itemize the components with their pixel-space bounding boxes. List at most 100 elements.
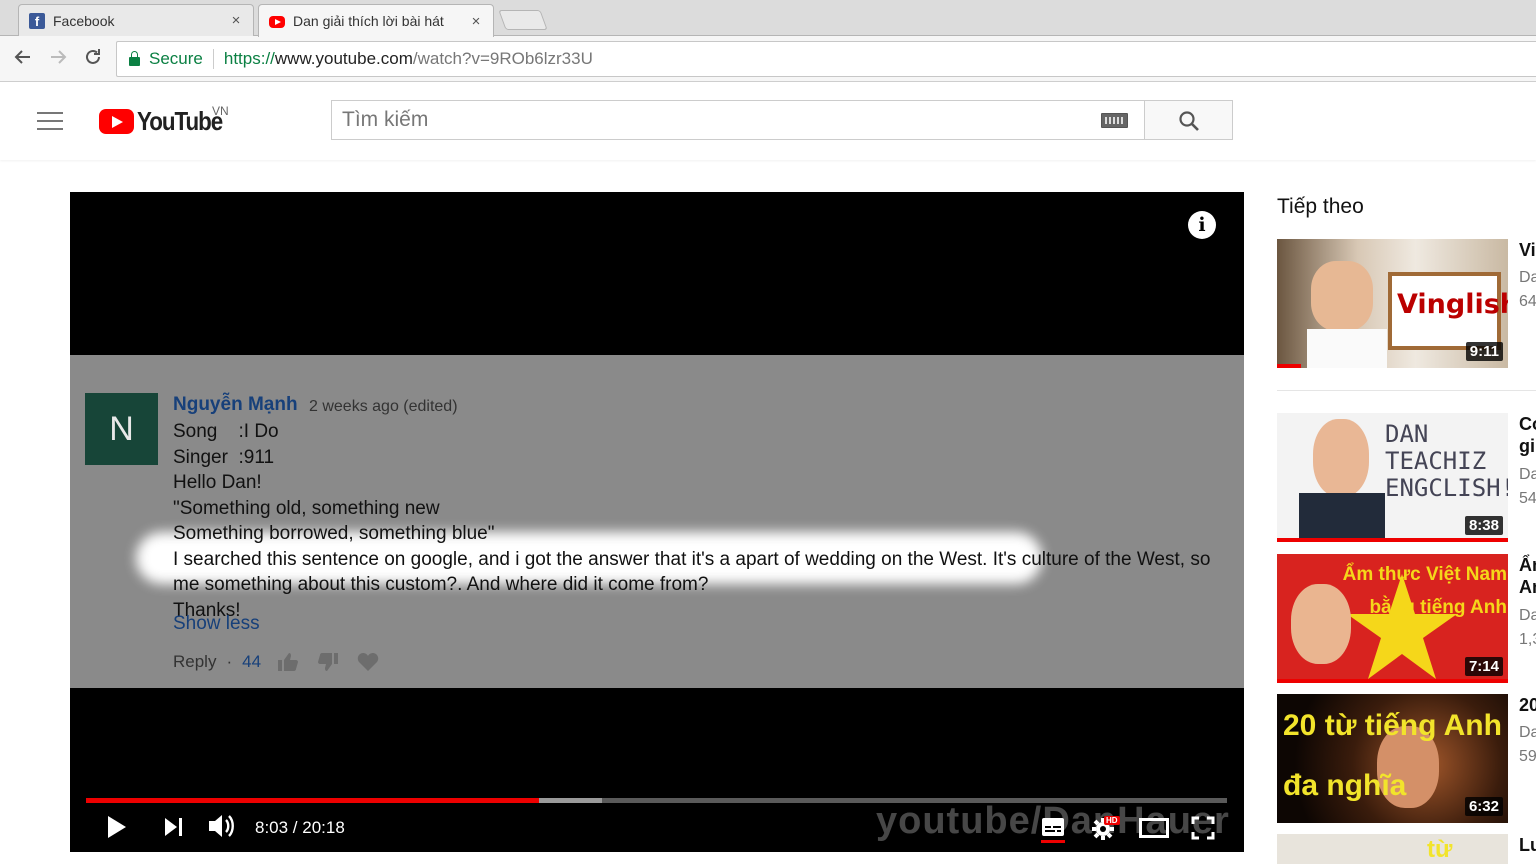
subtitles-active-indicator [1041, 840, 1065, 843]
thumbnail-text: Vinglish [1397, 289, 1508, 320]
video-title[interactable]: 20 [1519, 694, 1536, 716]
thumbnail-shirt [1307, 329, 1387, 368]
comment-screenshot: N Nguyễn Mạnh 2 weeks ago (edited) Song … [70, 355, 1244, 688]
browser-tabstrip: f Facebook × Dan giải thích lời bài hát … [0, 0, 1536, 37]
hd-badge: HD [1104, 816, 1120, 825]
menu-icon[interactable] [37, 112, 63, 130]
heart-icon [357, 653, 379, 671]
like-count: 44 [242, 652, 262, 671]
video-duration: 7:14 [1464, 657, 1503, 676]
secure-label: Secure [149, 49, 203, 68]
search-button[interactable] [1145, 100, 1233, 140]
recommended-video[interactable]: 20 từ tiếng Anh đa nghĩa 6:32 20 Da 59 [1277, 694, 1536, 823]
keyboard-icon[interactable] [1101, 112, 1128, 128]
close-icon[interactable]: × [469, 13, 483, 30]
recommended-video[interactable]: Vinglish 9:11 Vi Da 64 [1277, 239, 1536, 369]
info-icon[interactable]: i [1188, 211, 1216, 239]
recommended-video[interactable]: Ẩm thực Việt Nam bằng tiếng Anh 7:14 Ẩn … [1277, 554, 1536, 683]
thumbnail-suit [1299, 493, 1385, 542]
subtitles-icon[interactable] [1041, 817, 1065, 837]
watched-progress [1277, 538, 1508, 542]
lock-icon [129, 50, 140, 66]
channel-name: Da [1519, 466, 1536, 483]
browser-toolbar: Secure https://www.youtube.com/watch?v=9… [0, 36, 1536, 82]
progress-bar[interactable] [86, 798, 1227, 803]
avatar: N [85, 393, 158, 465]
country-code: VN [212, 104, 229, 118]
progress-played [86, 798, 539, 803]
comment-line: Thanks! [173, 599, 241, 621]
youtube-logo-icon [99, 109, 134, 134]
comment-actions: Reply · 44 [173, 652, 397, 672]
recommended-video[interactable]: DAN TEACHIZ ENGCLISH! 8:38 Co gi Da 54 [1277, 413, 1536, 542]
comment-line: Something borrowed, something blue" [173, 523, 495, 544]
url-scheme: https:// [223, 49, 275, 68]
url-path: /watch?v=9ROb6lzr33U [412, 49, 593, 68]
youtube-logo[interactable]: YouTube VN [99, 104, 236, 137]
facebook-icon: f [29, 12, 45, 29]
up-next-heading: Tiếp theo [1277, 195, 1364, 218]
thumbs-up-icon [278, 653, 299, 671]
comment-line: me something about this custom?. And whe… [173, 574, 709, 595]
theater-mode-icon[interactable] [1139, 818, 1169, 838]
recommended-video[interactable]: từ Lu [1277, 834, 1536, 864]
channel-name: Da [1519, 724, 1536, 741]
comment-text: Song :I Do Singer :911 Hello Dan! "Somet… [173, 419, 1210, 623]
divider [1277, 390, 1536, 391]
divider [212, 49, 214, 69]
comment-line: Singer :911 [173, 446, 275, 468]
forward-icon[interactable] [45, 46, 71, 72]
view-count: 64 [1519, 293, 1536, 310]
tab-facebook[interactable]: f Facebook × [18, 4, 254, 36]
video-title-line2: An [1519, 577, 1536, 597]
new-tab-button[interactable] [498, 10, 548, 30]
comment-time: 2 weeks ago (edited) [309, 398, 458, 415]
comment-line: "Something old, something new [173, 497, 440, 519]
channel-name: Da [1519, 269, 1536, 286]
thumbs-down-icon [318, 653, 339, 671]
logo-text: YouTube [137, 106, 223, 136]
volume-icon[interactable] [207, 812, 237, 840]
next-icon[interactable] [163, 817, 185, 837]
view-count: 1,3 [1519, 631, 1536, 648]
search-icon [1179, 111, 1199, 131]
search-box [331, 100, 1145, 140]
address-bar[interactable]: Secure https://www.youtube.com/watch?v=9… [116, 41, 1536, 77]
video-thumbnail[interactable]: DAN TEACHIZ ENGCLISH! 8:38 [1277, 413, 1508, 542]
video-player[interactable]: i N Nguyễn Mạnh 2 weeks ago (edited) Son… [70, 192, 1244, 852]
video-thumbnail[interactable]: Ẩm thực Việt Nam bằng tiếng Anh 7:14 [1277, 554, 1508, 683]
video-duration: 6:32 [1464, 797, 1503, 816]
video-title[interactable]: Co [1519, 413, 1536, 435]
time-display: 8:03 / 20:18 [255, 818, 345, 837]
youtube-icon [269, 16, 285, 28]
tab-youtube[interactable]: Dan giải thích lời bài hát × [258, 4, 494, 37]
video-title[interactable]: Ẩn [1519, 554, 1536, 576]
comment-line: Hello Dan! [173, 472, 262, 493]
show-less-link: Show less [173, 613, 260, 634]
video-title[interactable]: Vi [1519, 239, 1536, 261]
reply-label: Reply [173, 652, 217, 671]
tab-title: Facebook [53, 12, 115, 29]
close-icon[interactable]: × [229, 12, 243, 29]
back-icon[interactable] [10, 46, 36, 72]
comment-author: Nguyễn Mạnh [173, 394, 298, 415]
video-title-line2: gi [1519, 436, 1535, 456]
comment-line: I searched this sentence on google, and … [173, 548, 1211, 570]
watched-progress [1277, 679, 1508, 683]
video-thumbnail[interactable]: Vinglish 9:11 [1277, 239, 1508, 368]
reload-icon[interactable] [80, 46, 106, 72]
fullscreen-icon[interactable] [1191, 816, 1215, 840]
separator-dot: · [226, 652, 233, 671]
video-thumbnail[interactable]: từ [1277, 834, 1508, 864]
play-icon[interactable] [106, 814, 128, 840]
url-host: www.youtube.com [274, 49, 413, 68]
tab-title: Dan giải thích lời bài hát [293, 13, 444, 29]
comment-line: Song :I Do [173, 421, 279, 442]
thumbnail-text: DAN TEACHIZ ENGCLISH! [1385, 420, 1508, 502]
watched-progress [1277, 364, 1301, 368]
video-duration: 9:11 [1465, 342, 1503, 361]
video-thumbnail[interactable]: 20 từ tiếng Anh đa nghĩa 6:32 [1277, 694, 1508, 823]
video-duration: 8:38 [1464, 516, 1503, 535]
search-input[interactable] [332, 101, 1101, 139]
video-title[interactable]: Lu [1519, 834, 1536, 856]
